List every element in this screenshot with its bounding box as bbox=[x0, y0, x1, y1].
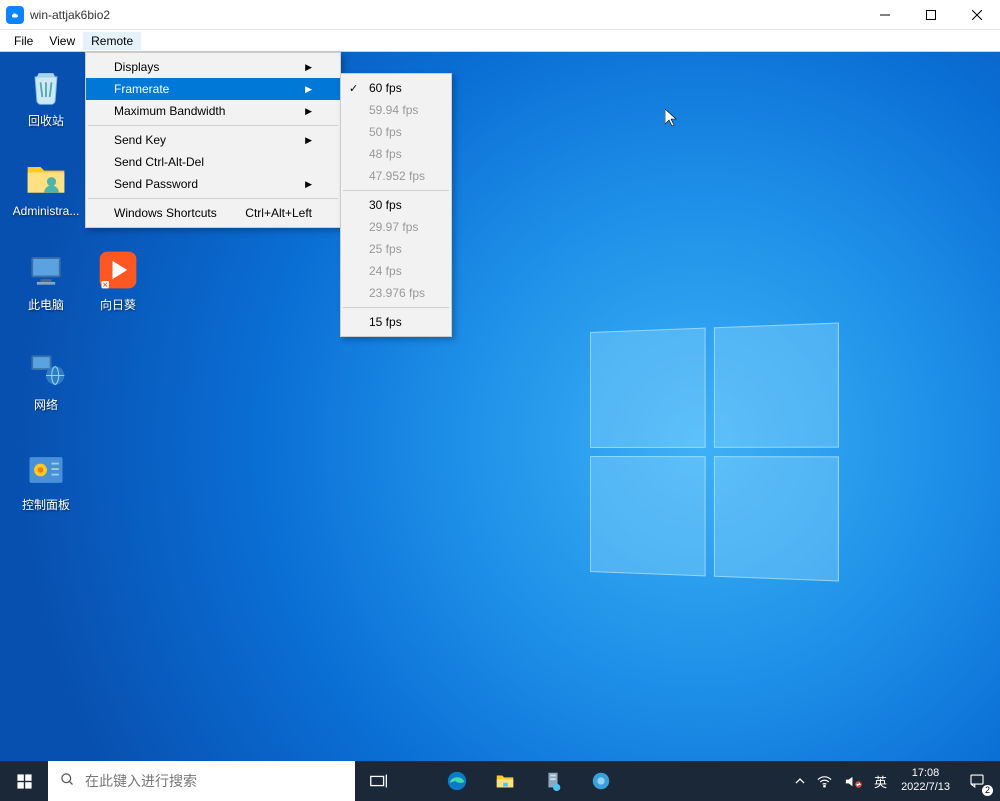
framerate-option[interactable]: ✓60 fps bbox=[341, 77, 451, 99]
menu-file[interactable]: File bbox=[6, 32, 41, 50]
framerate-option: 23.976 fps bbox=[341, 282, 451, 304]
folder-user-icon bbox=[24, 156, 68, 200]
framerate-option: 47.952 fps bbox=[341, 165, 451, 187]
menu-remote[interactable]: Remote bbox=[83, 32, 141, 50]
menu-separator bbox=[343, 190, 449, 191]
start-button[interactable] bbox=[0, 761, 48, 801]
taskbar-app[interactable] bbox=[577, 761, 625, 801]
framerate-option: 59.94 fps bbox=[341, 99, 451, 121]
app-orange-icon bbox=[96, 248, 140, 292]
desktop-icon-recycle[interactable]: 回收站 bbox=[10, 64, 82, 129]
search-placeholder: 在此键入进行搜索 bbox=[85, 771, 197, 791]
taskbar-search[interactable]: 在此键入进行搜索 bbox=[48, 761, 355, 801]
icon-label: 向日葵 bbox=[100, 296, 136, 313]
search-icon bbox=[60, 772, 75, 790]
minimize-button[interactable] bbox=[862, 0, 908, 30]
taskbar-explorer[interactable] bbox=[481, 761, 529, 801]
menu-item-displays[interactable]: Displays▶ bbox=[86, 56, 340, 78]
recycle-icon bbox=[24, 64, 68, 108]
menu-separator bbox=[88, 198, 338, 199]
framerate-option: 48 fps bbox=[341, 143, 451, 165]
tray-date: 2022/7/13 bbox=[901, 781, 950, 795]
icon-label: 控制面板 bbox=[22, 496, 70, 513]
icon-label: 回收站 bbox=[28, 112, 64, 129]
desktop-icon-control[interactable]: 控制面板 bbox=[10, 448, 82, 513]
taskbar: 在此键入进行搜索 英 17:08 2022/7/13 2 bbox=[0, 761, 1000, 801]
control-icon bbox=[24, 448, 68, 492]
tray-wifi-icon[interactable] bbox=[811, 761, 838, 801]
menu-item-windows-shortcuts[interactable]: Windows ShortcutsCtrl+Alt+Left bbox=[86, 202, 340, 224]
taskbar-server[interactable] bbox=[529, 761, 577, 801]
desktop-icon-app-orange[interactable]: 向日葵 bbox=[82, 248, 154, 313]
desktop-icon-folder-user[interactable]: Administra... bbox=[10, 156, 82, 218]
menu-item-send-ctrl-alt-del[interactable]: Send Ctrl-Alt-Del bbox=[86, 151, 340, 173]
framerate-option[interactable]: 30 fps bbox=[341, 194, 451, 216]
app-icon bbox=[6, 6, 24, 24]
submenu-arrow-icon: ▶ bbox=[305, 62, 312, 73]
menu-item-send-key[interactable]: Send Key▶ bbox=[86, 129, 340, 151]
window-title: win-attjak6bio2 bbox=[30, 8, 110, 22]
submenu-arrow-icon: ▶ bbox=[305, 179, 312, 190]
icon-label: Administra... bbox=[13, 204, 80, 218]
tray-notifications[interactable]: 2 bbox=[958, 761, 996, 801]
tray-sound-icon[interactable] bbox=[838, 761, 868, 801]
submenu-arrow-icon: ▶ bbox=[305, 106, 312, 117]
taskbar-edge[interactable] bbox=[433, 761, 481, 801]
shortcut-label: Ctrl+Alt+Left bbox=[245, 206, 312, 220]
check-icon: ✓ bbox=[349, 82, 358, 95]
tray-time: 17:08 bbox=[912, 767, 940, 781]
menubar: File View Remote bbox=[0, 30, 1000, 52]
remote-context-menu: Displays▶Framerate▶Maximum Bandwidth▶ Sen… bbox=[85, 52, 341, 228]
task-view-button[interactable] bbox=[355, 761, 403, 801]
tray-clock[interactable]: 17:08 2022/7/13 bbox=[893, 767, 958, 795]
framerate-option: 24 fps bbox=[341, 260, 451, 282]
framerate-option: 29.97 fps bbox=[341, 216, 451, 238]
close-button[interactable] bbox=[954, 0, 1000, 30]
submenu-arrow-icon: ▶ bbox=[305, 135, 312, 146]
menu-item-maximum-bandwidth[interactable]: Maximum Bandwidth▶ bbox=[86, 100, 340, 122]
pc-icon bbox=[24, 248, 68, 292]
cursor-icon bbox=[665, 109, 679, 131]
desktop-icon-pc[interactable]: 此电脑 bbox=[10, 248, 82, 313]
menu-separator bbox=[343, 307, 449, 308]
notif-badge: 2 bbox=[982, 785, 993, 796]
tray-overflow[interactable] bbox=[789, 761, 811, 801]
network-icon bbox=[24, 348, 68, 392]
submenu-arrow-icon: ▶ bbox=[305, 84, 312, 95]
menu-separator bbox=[88, 125, 338, 126]
menu-item-send-password[interactable]: Send Password▶ bbox=[86, 173, 340, 195]
icon-label: 此电脑 bbox=[28, 296, 64, 313]
windows-logo bbox=[590, 322, 839, 581]
framerate-submenu: ✓60 fps59.94 fps50 fps48 fps47.952 fps 30… bbox=[340, 73, 452, 337]
desktop-icon-network[interactable]: 网络 bbox=[10, 348, 82, 413]
framerate-option: 50 fps bbox=[341, 121, 451, 143]
framerate-option[interactable]: 15 fps bbox=[341, 311, 451, 333]
icon-label: 网络 bbox=[34, 396, 58, 413]
maximize-button[interactable] bbox=[908, 0, 954, 30]
tray-ime[interactable]: 英 bbox=[868, 761, 893, 801]
menu-view[interactable]: View bbox=[41, 32, 83, 50]
window-titlebar: win-attjak6bio2 bbox=[0, 0, 1000, 30]
task-spacer bbox=[403, 761, 433, 801]
framerate-option: 25 fps bbox=[341, 238, 451, 260]
menu-item-framerate[interactable]: Framerate▶ bbox=[86, 78, 340, 100]
